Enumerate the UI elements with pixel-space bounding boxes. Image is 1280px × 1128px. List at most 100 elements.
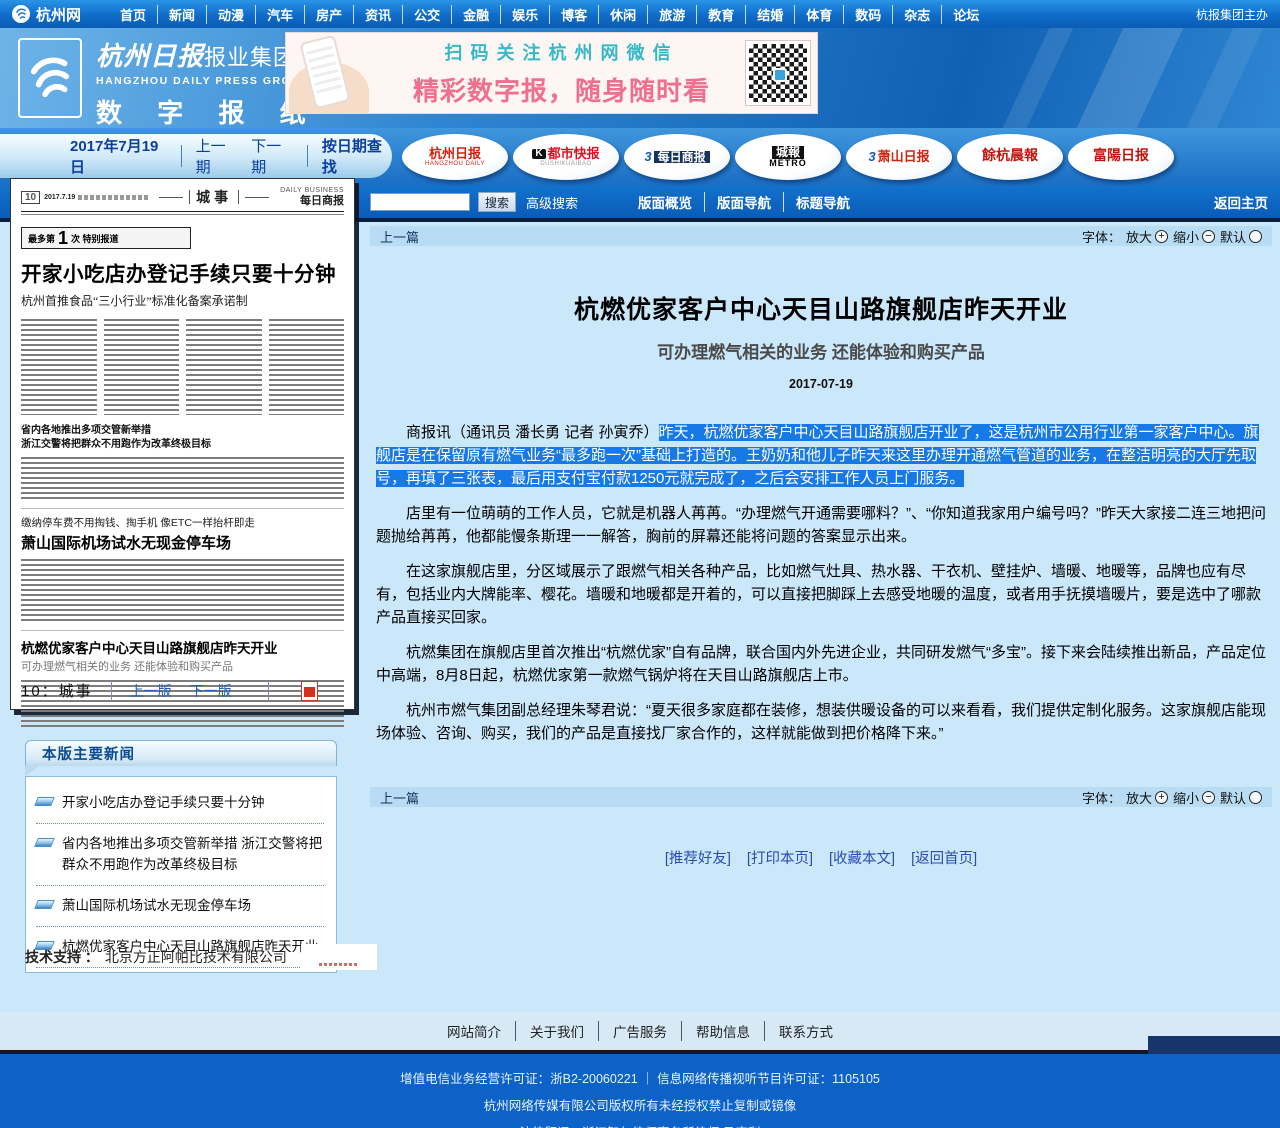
plus-circle-icon: +	[1155, 791, 1168, 804]
advanced-search-link[interactable]: 高级搜索	[526, 193, 578, 212]
topnav-link-wedding[interactable]: 结婚	[745, 5, 794, 24]
search-button[interactable]: 搜索	[478, 192, 516, 212]
pdf-icon[interactable]	[301, 681, 318, 701]
font-zoom-in-button[interactable]: 放大 +	[1126, 788, 1168, 807]
article-paragraph: 杭州市燃气集团副总经理朱琴君说：“夏天很多家庭都在装修，想装供暖设备的可以来看看…	[376, 699, 1268, 745]
topnav-link-home[interactable]: 首页	[109, 5, 157, 24]
sponsor-label: 杭报集团主办	[1196, 6, 1280, 23]
topnav-link-anime[interactable]: 动漫	[206, 5, 255, 24]
top-nav-bar: 杭州网 首页 新闻 动漫 汽车 房产 资讯 公交 金融 娱乐 博客 休闲 旅游 …	[0, 0, 1280, 28]
qr-code-icon	[746, 41, 810, 105]
preview-story2-title: 萧山国际机场试水无现金停车场	[21, 532, 344, 553]
footer-ads-link[interactable]: 广告服务	[598, 1021, 681, 1041]
article-toolbar-bottom: 上一篇 字体： 放大 + 缩小 − 默认	[370, 787, 1272, 807]
preview-story3-title: 杭燃优家客户中心天目山路旗舰店昨天开业	[21, 637, 344, 657]
page-overview-link[interactable]: 版面概览	[626, 192, 704, 212]
search-by-date-link[interactable]: 按日期查找	[322, 135, 392, 177]
article-panel: 上一篇 字体： 放大 + 缩小 − 默认 杭燃优家客户中心天目山路旗舰店昨天开业…	[370, 226, 1272, 868]
back-home-link[interactable]: 返回主页	[1214, 192, 1268, 212]
paper-logo-yuhang-morning[interactable]: 餘杭晨報	[957, 134, 1063, 180]
prev-article-link[interactable]: 上一篇	[380, 788, 419, 807]
next-page-link[interactable]: 下一版	[190, 681, 232, 701]
topnav-link-edu[interactable]: 教育	[696, 5, 745, 24]
prev-issue-link[interactable]: 上一期	[196, 135, 238, 177]
topnav-link-auto[interactable]: 汽车	[255, 5, 304, 24]
bookmark-link[interactable]: [收藏本文]	[829, 851, 895, 867]
date-bar: 2017年7月19日 上一期 下一期 按日期查找	[0, 134, 392, 178]
footer-contact-link[interactable]: 联系方式	[764, 1021, 847, 1041]
font-reset-button[interactable]: 默认	[1220, 227, 1262, 246]
recommend-friend-link[interactable]: [推荐好友]	[665, 851, 731, 867]
wechat-promo-banner[interactable]: 扫码关注杭州网微信 精彩数字报，随身随时看	[285, 32, 818, 114]
preview-story2: 缴纳停车费不用掏钱、掏手机 像ETC一样抬杆即走 萧山国际机场试水无现金停车场	[21, 508, 344, 621]
page-news-box: 本版主要新闻 开家小吃店办登记手续只要十分钟 省内各地推出多项交管新举措 浙江交…	[25, 740, 337, 973]
topnav-link-blog[interactable]: 博客	[549, 5, 598, 24]
paper-logo-metro[interactable]: 城報 METRO	[735, 134, 841, 180]
page-nav-link[interactable]: 版面导航	[704, 192, 783, 212]
decoration-fold	[25, 766, 39, 776]
footer-about-us-link[interactable]: 关于我们	[515, 1021, 598, 1041]
topnav-link-leisure[interactable]: 休闲	[598, 5, 647, 24]
title-nav-link[interactable]: 标题导航	[783, 192, 862, 212]
topnav-link-forum[interactable]: 论坛	[941, 5, 990, 24]
product-title: 数 字 报 纸	[96, 93, 286, 128]
page-meta: 2017.7.19	[44, 194, 75, 201]
article-paragraph: 在这家旗舰店里，分区域展示了跟燃气相关各种产品，比如燃气灶具、热水器、干衣机、壁…	[376, 560, 1268, 629]
hangzhou-net-logo-icon	[12, 5, 30, 23]
paper-name-en: DAILY BUSINESS	[280, 187, 344, 195]
paper-logo-icon: 3	[868, 150, 875, 164]
next-issue-link[interactable]: 下一期	[251, 135, 293, 177]
minus-circle-icon: −	[1202, 230, 1215, 243]
print-page-link[interactable]: [打印本页]	[747, 851, 813, 867]
search-input[interactable]	[370, 193, 470, 211]
topnav-link-news[interactable]: 新闻	[157, 5, 206, 24]
footer-legal: 增值电信业务经营许可证：浙B2-20060221 ｜ 信息网络传播视听节目许可证…	[0, 1054, 1280, 1128]
footer-license-line: 增值电信业务经营许可证：浙B2-20060221 ｜ 信息网络传播视听节目许可证…	[0, 1068, 1280, 1087]
hangzhou-net-logo[interactable]: 杭州网	[0, 4, 95, 25]
font-zoom-out-button[interactable]: 缩小 −	[1173, 227, 1215, 246]
topnav-link-ent[interactable]: 娱乐	[500, 5, 549, 24]
paper-logo-dushikuaibao[interactable]: K都市快报 DUSHIKUAIBAO	[513, 134, 619, 180]
font-zoom-out-button[interactable]: 缩小 −	[1173, 788, 1215, 807]
news-list-item[interactable]: 省内各地推出多项交管新举措 浙江交警将把群众不用跑作为改革终极目标	[36, 824, 324, 886]
font-size-controls: 字体： 放大 + 缩小 − 默认	[1082, 788, 1262, 807]
layout-nav: 版面概览 版面导航 标题导航	[626, 192, 862, 212]
paper-logo-xiaoshan-daily[interactable]: 3萧山日报	[846, 134, 952, 180]
news-list-item[interactable]: 开家小吃店办登记手续只要十分钟	[36, 783, 324, 824]
font-label: 字体：	[1082, 788, 1121, 807]
topnav-link-digital[interactable]: 数码	[843, 5, 892, 24]
font-zoom-in-button[interactable]: 放大 +	[1126, 227, 1168, 246]
prev-article-link[interactable]: 上一篇	[380, 227, 419, 246]
footer-about-site-link[interactable]: 网站简介	[433, 1021, 515, 1041]
banner-line2: 精彩数字报，随身随时看	[377, 71, 746, 108]
default-circle-icon	[1249, 791, 1262, 804]
article-paragraph: 店里有一位萌萌的工作人员，它就是机器人苒苒。“办理燃气开通需要哪料？”、“你知道…	[376, 502, 1268, 548]
topnav-link-finance[interactable]: 金融	[451, 5, 500, 24]
paper-logo-hangzhou-daily[interactable]: 杭州日报 HANGZHOU DAILY	[402, 134, 508, 180]
paper-logo-fuyang-daily[interactable]: 富陽日报	[1068, 134, 1174, 180]
topnav-link-info[interactable]: 资讯	[353, 5, 402, 24]
body-text-columns	[21, 319, 344, 415]
banner-line1: 扫码关注杭州网微信	[377, 39, 746, 65]
news-list-item[interactable]: 萧山国际机场试水无现金停车场	[36, 886, 324, 927]
back-to-home-link[interactable]: [返回首页]	[911, 851, 977, 867]
site-header: 杭州日报报业集团 HANGZHOU DAILY PRESS GROUP 数 字 …	[0, 28, 1280, 128]
topnav-link-sports[interactable]: 体育	[794, 5, 843, 24]
footer-help-link[interactable]: 帮助信息	[681, 1021, 764, 1041]
preview-story-mid-title: 省内各地推出多项交管新举措 浙江交警将把群众不用跑作为改革终极目标	[21, 424, 344, 451]
topnav-link-transit[interactable]: 公交	[402, 5, 451, 24]
topnav-link-travel[interactable]: 旅游	[647, 5, 696, 24]
font-reset-button[interactable]: 默认	[1220, 788, 1262, 807]
topnav-link-house[interactable]: 房产	[304, 5, 353, 24]
paper-logo-meirishangbao[interactable]: 3每日商报	[624, 134, 730, 180]
newspaper-page-preview[interactable]: 10 2017.7.19 城事 DAILY BUSINESS 每日商报 最多第1…	[10, 178, 355, 710]
font-label: 字体：	[1082, 227, 1121, 246]
top-nav-links: 首页 新闻 动漫 汽车 房产 资讯 公交 金融 娱乐 博客 休闲 旅游 教育 结…	[109, 5, 990, 24]
article-toolbar-top: 上一篇 字体： 放大 + 缩小 − 默认	[370, 226, 1272, 246]
article-actions: [推荐好友] [打印本页] [收藏本文] [返回首页]	[370, 847, 1272, 868]
topnav-link-magazine[interactable]: 杂志	[892, 5, 941, 24]
divider	[181, 145, 182, 167]
tech-support-company: 北京方正阿帕比技术有限公司	[105, 947, 287, 967]
page-news-header: 本版主要新闻	[25, 740, 337, 766]
prev-page-link[interactable]: 上一版	[130, 681, 172, 701]
